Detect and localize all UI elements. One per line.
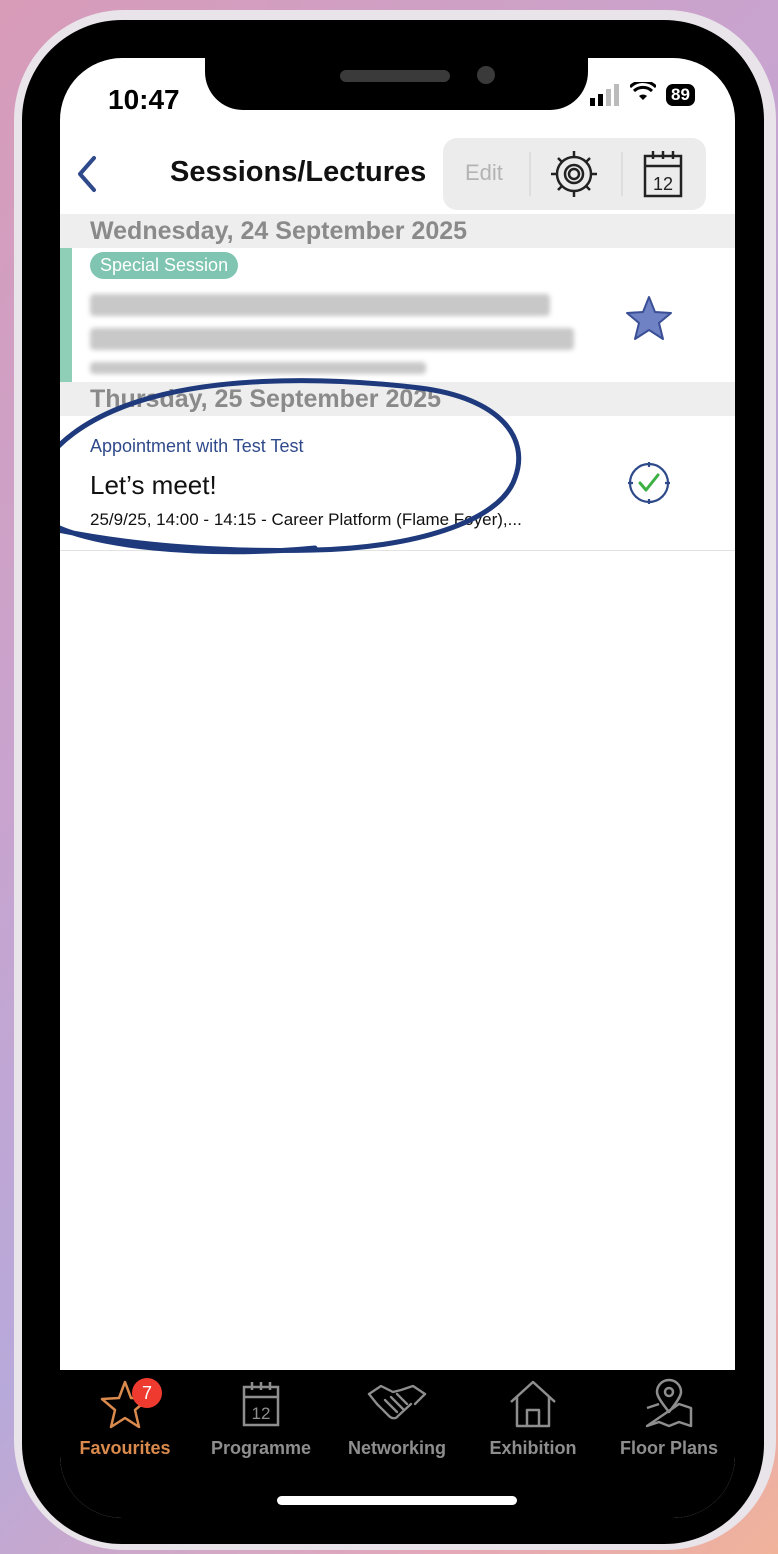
map-pin-icon [645,1378,693,1428]
status-icons: 89 [590,80,695,107]
back-chevron-icon[interactable] [72,154,102,194]
tab-label: Floor Plans [619,1438,718,1458]
toolbar-divider [621,152,623,196]
nav-bar: Sessions/Lectures Edit 12 [60,138,735,213]
session-badge: Special Session [90,252,239,279]
page-title: Sessions/Lectures [170,156,427,188]
camera [477,66,495,84]
tab-programme[interactable]: 12 Programme [196,1378,326,1459]
blurred-session-title-line-2 [90,328,574,350]
appointment-label: Appointment with Test Test [90,436,304,456]
home-indicator[interactable] [277,1496,517,1505]
tab-favourites[interactable]: 7 Favourites [60,1378,190,1459]
tab-label: Exhibition [489,1438,577,1458]
tab-networking[interactable]: Networking [332,1378,462,1459]
house-icon [510,1380,556,1428]
speaker [340,70,450,82]
calendar-icon: 12 [242,1382,280,1427]
tab-exhibition[interactable]: Exhibition [468,1378,598,1459]
toolbar: Edit 12 [443,138,706,210]
blurred-session-title-line-1 [90,294,550,316]
edit-button[interactable]: Edit [465,160,503,186]
session-card[interactable]: Special Session [60,248,735,383]
day-header: Wednesday, 24 September 2025 [60,214,735,248]
status-time: 10:47 [108,84,180,115]
calendar-day-label: 12 [653,174,673,194]
appointment-details: 25/9/25, 14:00 - 14:15 - Career Platform… [90,510,522,529]
appointment-title: Let’s meet! [90,470,217,500]
tab-floor-plans[interactable]: Floor Plans [604,1378,734,1459]
handshake-icon [367,1384,427,1420]
signal-icon [590,83,620,106]
screen: 10:47 89 Sessions/Lectures Edit 12 Wedne… [60,58,735,1518]
blurred-session-details [90,362,426,374]
gear-icon[interactable] [546,146,602,202]
day-header: Thursday, 25 September 2025 [60,382,735,416]
toolbar-divider [529,152,531,196]
notch [205,58,588,110]
tab-label: Networking [347,1438,446,1458]
check-clock-icon[interactable] [626,460,672,506]
programme-calendar-day: 12 [252,1404,271,1423]
appointment-card[interactable]: Appointment with Test Test Let’s meet! 2… [60,416,735,551]
battery-indicator: 89 [666,83,695,106]
tab-label: Programme [210,1438,312,1458]
tab-label: Favourites [79,1438,171,1458]
session-accent-bar [60,248,72,382]
calendar-icon[interactable]: 12 [639,146,687,202]
favourites-count-badge: 7 [132,1378,162,1408]
star-icon[interactable] [625,294,673,342]
wifi-icon [628,80,658,107]
